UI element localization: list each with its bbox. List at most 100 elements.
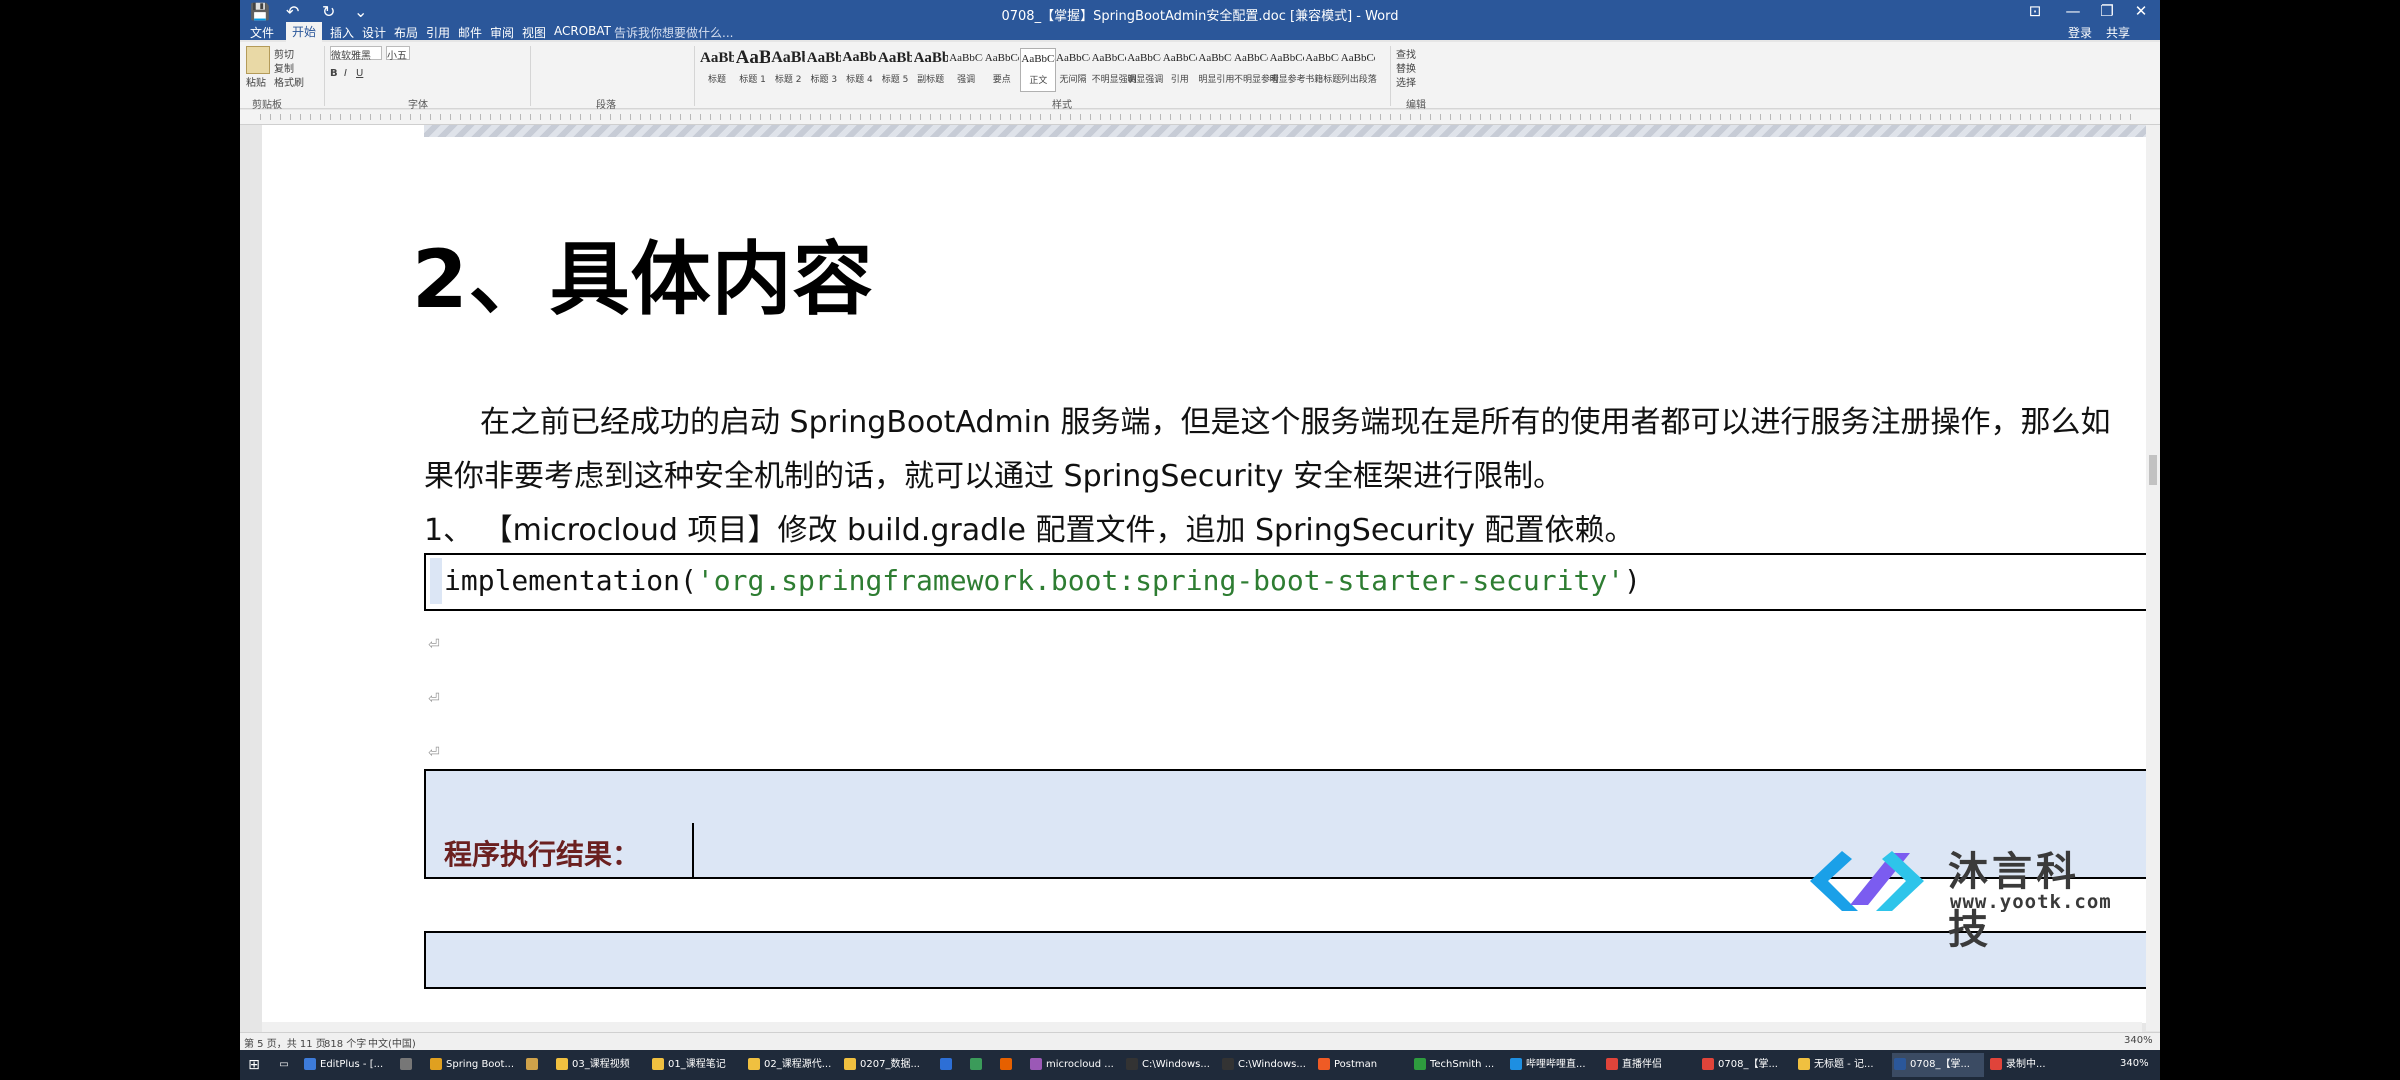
app-icon <box>1894 1058 1906 1070</box>
style-item[interactable]: AaBbCcDc 列出段落 <box>1341 48 1377 90</box>
tab-insert[interactable]: 插入 <box>324 24 360 41</box>
style-item[interactable]: AaBbC 标题 <box>700 48 734 90</box>
vertical-scrollbar[interactable] <box>2146 125 2160 1031</box>
tab-home[interactable]: 开始 <box>286 22 323 42</box>
style-item[interactable]: AaBb(标题 3 <box>807 48 841 90</box>
copy-button[interactable]: 复制 <box>274 60 294 75</box>
app-icon <box>940 1058 952 1070</box>
sign-in-link[interactable]: 登录 <box>2068 24 2092 41</box>
taskbar-app[interactable]: microcloud ... <box>1028 1053 1120 1077</box>
taskbar-app[interactable]: 无标题 - 记... <box>1796 1053 1888 1077</box>
taskbar-app[interactable]: 03_课程视频 <box>554 1053 646 1077</box>
font-name-box[interactable]: 微软雅黑 <box>330 46 382 62</box>
taskbar-app[interactable]: Spring Boot... <box>428 1053 520 1077</box>
style-item[interactable]: AaBbC 副标题 <box>914 48 948 90</box>
style-item[interactable]: AaBbCcDc 明显强调 <box>1127 48 1163 90</box>
paragraph-mark: ⏎ <box>428 745 440 761</box>
paste-icon[interactable] <box>246 46 270 74</box>
restore-button[interactable]: ❐ <box>2092 2 2122 20</box>
app-icon <box>970 1058 982 1070</box>
style-item[interactable]: AaBbCcI 明显参考 <box>1269 48 1306 90</box>
tab-references[interactable]: 引用 <box>420 24 456 41</box>
taskbar-app[interactable] <box>998 1053 1024 1077</box>
taskbar-app[interactable] <box>938 1053 964 1077</box>
style-item[interactable]: AaBbCcDc 引用 <box>1163 48 1197 90</box>
zoom-level[interactable]: 340% <box>2124 1035 2153 1046</box>
cut-button[interactable]: 剪切 <box>274 46 294 61</box>
taskbar-app[interactable]: 哔哩哔哩直... <box>1508 1053 1600 1077</box>
underline-button[interactable]: U <box>356 68 363 79</box>
style-item[interactable]: AaBbCcDc 无间隔 <box>1056 48 1090 90</box>
ribbon-display-options-icon[interactable]: ⊡ <box>2020 2 2050 20</box>
taskbar-app[interactable]: 录制中... <box>1988 1053 2080 1077</box>
style-item[interactable]: AaBbC 标题 5 <box>878 48 912 90</box>
taskbar-app[interactable]: 0708_【掌... <box>1892 1053 1984 1077</box>
paste-button[interactable]: 粘贴 <box>246 74 266 89</box>
taskbar-app[interactable]: 01_课程笔记 <box>650 1053 742 1077</box>
close-button[interactable]: ✕ <box>2126 2 2156 20</box>
taskbar-app[interactable]: 0708_【掌... <box>1700 1053 1792 1077</box>
taskbar-app[interactable]: TechSmith ... <box>1412 1053 1504 1077</box>
font-size-box[interactable]: 小五 <box>386 46 410 62</box>
style-name: 明显参考 <box>1269 75 1306 85</box>
result-table-row <box>424 769 2160 827</box>
style-item[interactable]: AaBb(标题 2 <box>771 48 805 90</box>
tab-mailings[interactable]: 邮件 <box>452 24 488 41</box>
taskbar-app[interactable]: C:\Windows... <box>1124 1053 1216 1077</box>
word-count[interactable]: 818 个字 <box>324 1035 366 1050</box>
find-button[interactable]: 查找 <box>1396 46 1416 61</box>
style-item[interactable]: AaBl 标题 1 <box>736 48 770 90</box>
tab-file[interactable]: 文件 <box>244 24 280 41</box>
taskbar-app-label: 03_课程视频 <box>572 1059 630 1070</box>
taskbar-app[interactable]: EditPlus - [... <box>302 1053 394 1077</box>
format-painter-button[interactable]: 格式刷 <box>274 74 304 89</box>
result-table-row <box>424 931 2160 989</box>
taskbar-app[interactable]: 02_课程源代... <box>746 1053 838 1077</box>
tab-review[interactable]: 审阅 <box>484 24 520 41</box>
share-button[interactable]: 共享 <box>2106 24 2130 41</box>
watermark: 沐言科技 www.yootk.com <box>1802 837 2122 953</box>
start-icon[interactable]: ⊞ <box>244 1053 264 1077</box>
paragraph-mark: ⏎ <box>428 691 440 707</box>
tell-me-box[interactable]: 告诉我你想要做什么... <box>614 24 733 41</box>
taskbar-app[interactable] <box>398 1053 424 1077</box>
style-item[interactable]: AaBbCcD 不明显参考 <box>1234 48 1280 90</box>
taskbar-app[interactable]: 0207_数据... <box>842 1053 934 1077</box>
horizontal-scrollbar[interactable] <box>262 1022 2142 1032</box>
style-item[interactable]: AaBbCcDt 强调 <box>949 48 983 90</box>
taskbar-app-label: 直播伴侣 <box>1622 1059 1662 1070</box>
style-item[interactable]: AaBbCcD 书籍标题 <box>1305 48 1341 90</box>
horizontal-ruler[interactable] <box>240 110 2160 125</box>
tab-layout[interactable]: 布局 <box>388 24 424 41</box>
document-page[interactable]: 2、具体内容 在之前已经成功的启动 SpringBootAdmin 服务端，但是… <box>262 125 2160 1023</box>
page-count[interactable]: 第 5 页，共 11 页 <box>244 1035 326 1050</box>
result-label-cell: 程序执行结果： <box>426 823 694 877</box>
minimize-button[interactable]: — <box>2058 2 2088 20</box>
ruler-ticks <box>260 114 2140 120</box>
taskbar-app[interactable] <box>524 1053 550 1077</box>
style-name: 不明显参考 <box>1234 75 1280 85</box>
scrollbar-thumb[interactable] <box>2149 455 2157 485</box>
tab-acrobat[interactable]: ACROBAT <box>548 24 617 38</box>
task-view-icon[interactable]: ▭ <box>274 1053 294 1077</box>
taskbar-app[interactable] <box>968 1053 994 1077</box>
taskbar-app[interactable]: 直播伴侣 <box>1604 1053 1696 1077</box>
replace-button[interactable]: 替换 <box>1396 60 1416 75</box>
tab-view[interactable]: 视图 <box>516 24 552 41</box>
style-sample: AaBbCcD <box>1305 52 1339 64</box>
style-item[interactable]: AaBbCcDc 正文 <box>1020 48 1057 92</box>
bold-button[interactable]: B <box>330 68 338 79</box>
taskbar-app[interactable]: C:\Windows... <box>1220 1053 1312 1077</box>
style-item[interactable]: AaBbCcD 要点 <box>985 48 1019 90</box>
language-indicator[interactable]: 中文(中国) <box>368 1035 416 1050</box>
taskbar-app[interactable]: Postman <box>1316 1053 1408 1077</box>
tab-design[interactable]: 设计 <box>356 24 392 41</box>
style-sample: AaBbCcDc <box>1198 52 1232 64</box>
style-item[interactable]: AaBbCcDc 明显引用 <box>1198 48 1234 90</box>
code-string: 'org.springframework.boot:spring-boot-st… <box>696 564 1625 597</box>
style-item[interactable]: AaBbC(标题 4 <box>842 48 876 90</box>
style-item[interactable]: AaBbCcDc 不明显强调 <box>1092 48 1137 90</box>
select-button[interactable]: 选择 <box>1396 74 1416 89</box>
style-name: 标题 2 <box>774 75 802 85</box>
italic-button[interactable]: I <box>344 68 347 79</box>
